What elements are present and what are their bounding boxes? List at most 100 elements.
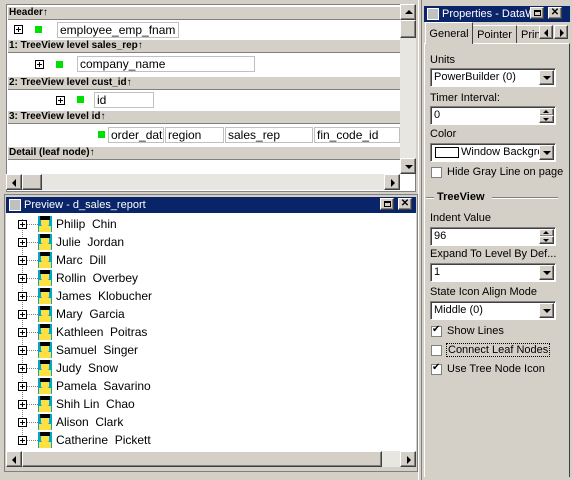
scroll-thumb[interactable] [400,20,416,38]
person-icon [38,306,52,322]
person-icon [38,378,52,394]
expand-level-select[interactable]: 1 [430,263,556,282]
tab-scroll-left-button[interactable] [539,25,553,39]
design-vscrollbar[interactable] [400,4,416,174]
color-label: Color [430,128,457,140]
expand-icon[interactable] [18,400,27,409]
close-button[interactable]: ✕ [548,7,562,19]
tree-node[interactable]: Shih Lin Chao [14,395,314,413]
expand-icon[interactable] [18,346,27,355]
scroll-right-button[interactable] [400,451,416,467]
expand-icon[interactable] [18,220,27,229]
spin-down-button[interactable] [539,115,554,123]
level3-field-sales-rep[interactable]: sales_rep [225,127,313,143]
level-marker-icon [56,61,63,68]
band-level2[interactable]: 2: TreeView level cust_id↑ [8,76,402,90]
tree-node-label: Shih Lin Chao [56,397,135,411]
timer-input[interactable]: 0 [430,106,556,125]
scroll-left-button[interactable] [6,174,22,190]
close-button[interactable]: ✕ [398,198,412,210]
tree-node[interactable]: Marc Dill [14,251,314,269]
level3-field-order-date[interactable]: order_dat [108,127,164,143]
band-header[interactable]: Header↑ [8,6,402,20]
scroll-up-button[interactable] [400,4,416,20]
band-level3[interactable]: 3: TreeView level id↑ [8,110,402,124]
band-level1[interactable]: 1: TreeView level sales_rep↑ [8,39,402,53]
expand-icon[interactable] [18,436,27,445]
expand-icon[interactable] [18,328,27,337]
maximize-button[interactable] [530,7,544,19]
tab-print[interactable]: Prin [517,25,539,43]
show-lines-checkbox[interactable] [431,324,442,337]
tree-node-label: Kathleen Poitras [56,325,148,339]
preview-hscrollbar[interactable] [6,451,416,467]
chevron-down-icon[interactable] [539,145,554,160]
expand-icon[interactable] [18,364,27,373]
connect-leaf-nodes-checkbox[interactable] [431,345,442,356]
chevron-down-icon[interactable] [539,303,554,318]
preview-titlebar[interactable]: Preview - d_sales_report [6,197,416,213]
units-value: PowerBuilder (0) [434,71,516,83]
scroll-down-button[interactable] [400,158,416,174]
show-lines-label: Show Lines [447,325,504,337]
expand-icon[interactable] [18,310,27,319]
scroll-thumb[interactable] [22,451,382,467]
state-icon-align-label: State Icon Align Mode [430,286,538,298]
expand-icon[interactable] [18,238,27,247]
tree-node[interactable]: Kathleen Poitras [14,323,314,341]
level3-field-region[interactable]: region [165,127,224,143]
hide-gray-line-checkbox[interactable] [431,167,442,178]
tree-node[interactable]: Catherine Pickett [14,431,314,449]
tree-node[interactable]: Mary Garcia [14,305,314,323]
expand-icon[interactable] [18,274,27,283]
expand-icon[interactable] [18,256,27,265]
tree-node[interactable]: Rollin Overbey [14,269,314,287]
level1-field-company[interactable]: company_name [77,56,255,72]
chevron-down-icon[interactable] [539,265,554,280]
expand-icon[interactable] [18,418,27,427]
tree-node[interactable]: James Klobucher [14,287,314,305]
header-field-employee[interactable]: employee_emp_fnam [57,22,179,38]
tab-scroll-right-button[interactable] [554,25,568,39]
vertical-splitter[interactable] [418,0,422,480]
scroll-left-button[interactable] [6,451,22,467]
preview-title: Preview - d_sales_report [24,199,146,211]
expand-icon[interactable] [18,292,27,301]
expand-icon[interactable] [56,96,65,105]
person-icon [38,432,52,448]
tree-node[interactable]: Samuel Singer [14,341,314,359]
scroll-right-button[interactable] [384,174,400,190]
use-tree-node-icon-checkbox[interactable] [431,362,442,375]
color-select[interactable]: Window Backgro [430,143,556,162]
state-icon-align-select[interactable]: Middle (0) [430,301,556,320]
treeview-separator-left [426,197,434,199]
chevron-down-icon[interactable] [539,70,554,85]
tree-node[interactable]: Julie Jordan [14,233,314,251]
tab-general[interactable]: General [425,22,473,44]
tree-node[interactable]: Judy Snow [14,359,314,377]
expand-icon[interactable] [14,25,23,34]
tree-node[interactable]: Pamela Savarino [14,377,314,395]
tree-node[interactable]: Philip Chin [14,215,314,233]
tree-node-label: Philip Chin [56,217,117,231]
scroll-thumb[interactable] [22,174,42,190]
indent-input[interactable]: 96 [430,227,556,246]
expand-icon[interactable] [35,60,44,69]
units-select[interactable]: PowerBuilder (0) [430,68,556,87]
connect-leaf-nodes-label: Connect Leaf Nodes [446,343,551,357]
tab-pointer[interactable]: Pointer [473,25,517,43]
level-marker-icon [35,26,42,33]
design-hscrollbar[interactable] [6,174,400,190]
expand-icon[interactable] [18,382,27,391]
person-icon [38,216,52,232]
level3-field-fin-code[interactable]: fin_code_id [314,127,400,143]
band-detail-label: Detail (leaf node)↑ [9,147,95,158]
level2-field-id[interactable]: id [94,92,154,108]
maximize-button[interactable] [380,198,394,210]
tree-node[interactable]: Alison Clark [14,413,314,431]
tree-node-label: Alison Clark [56,415,124,429]
use-tree-node-icon-label: Use Tree Node Icon [447,363,545,375]
spin-down-button[interactable] [539,236,554,244]
units-label: Units [430,54,456,66]
band-detail[interactable]: Detail (leaf node)↑ [8,146,402,160]
